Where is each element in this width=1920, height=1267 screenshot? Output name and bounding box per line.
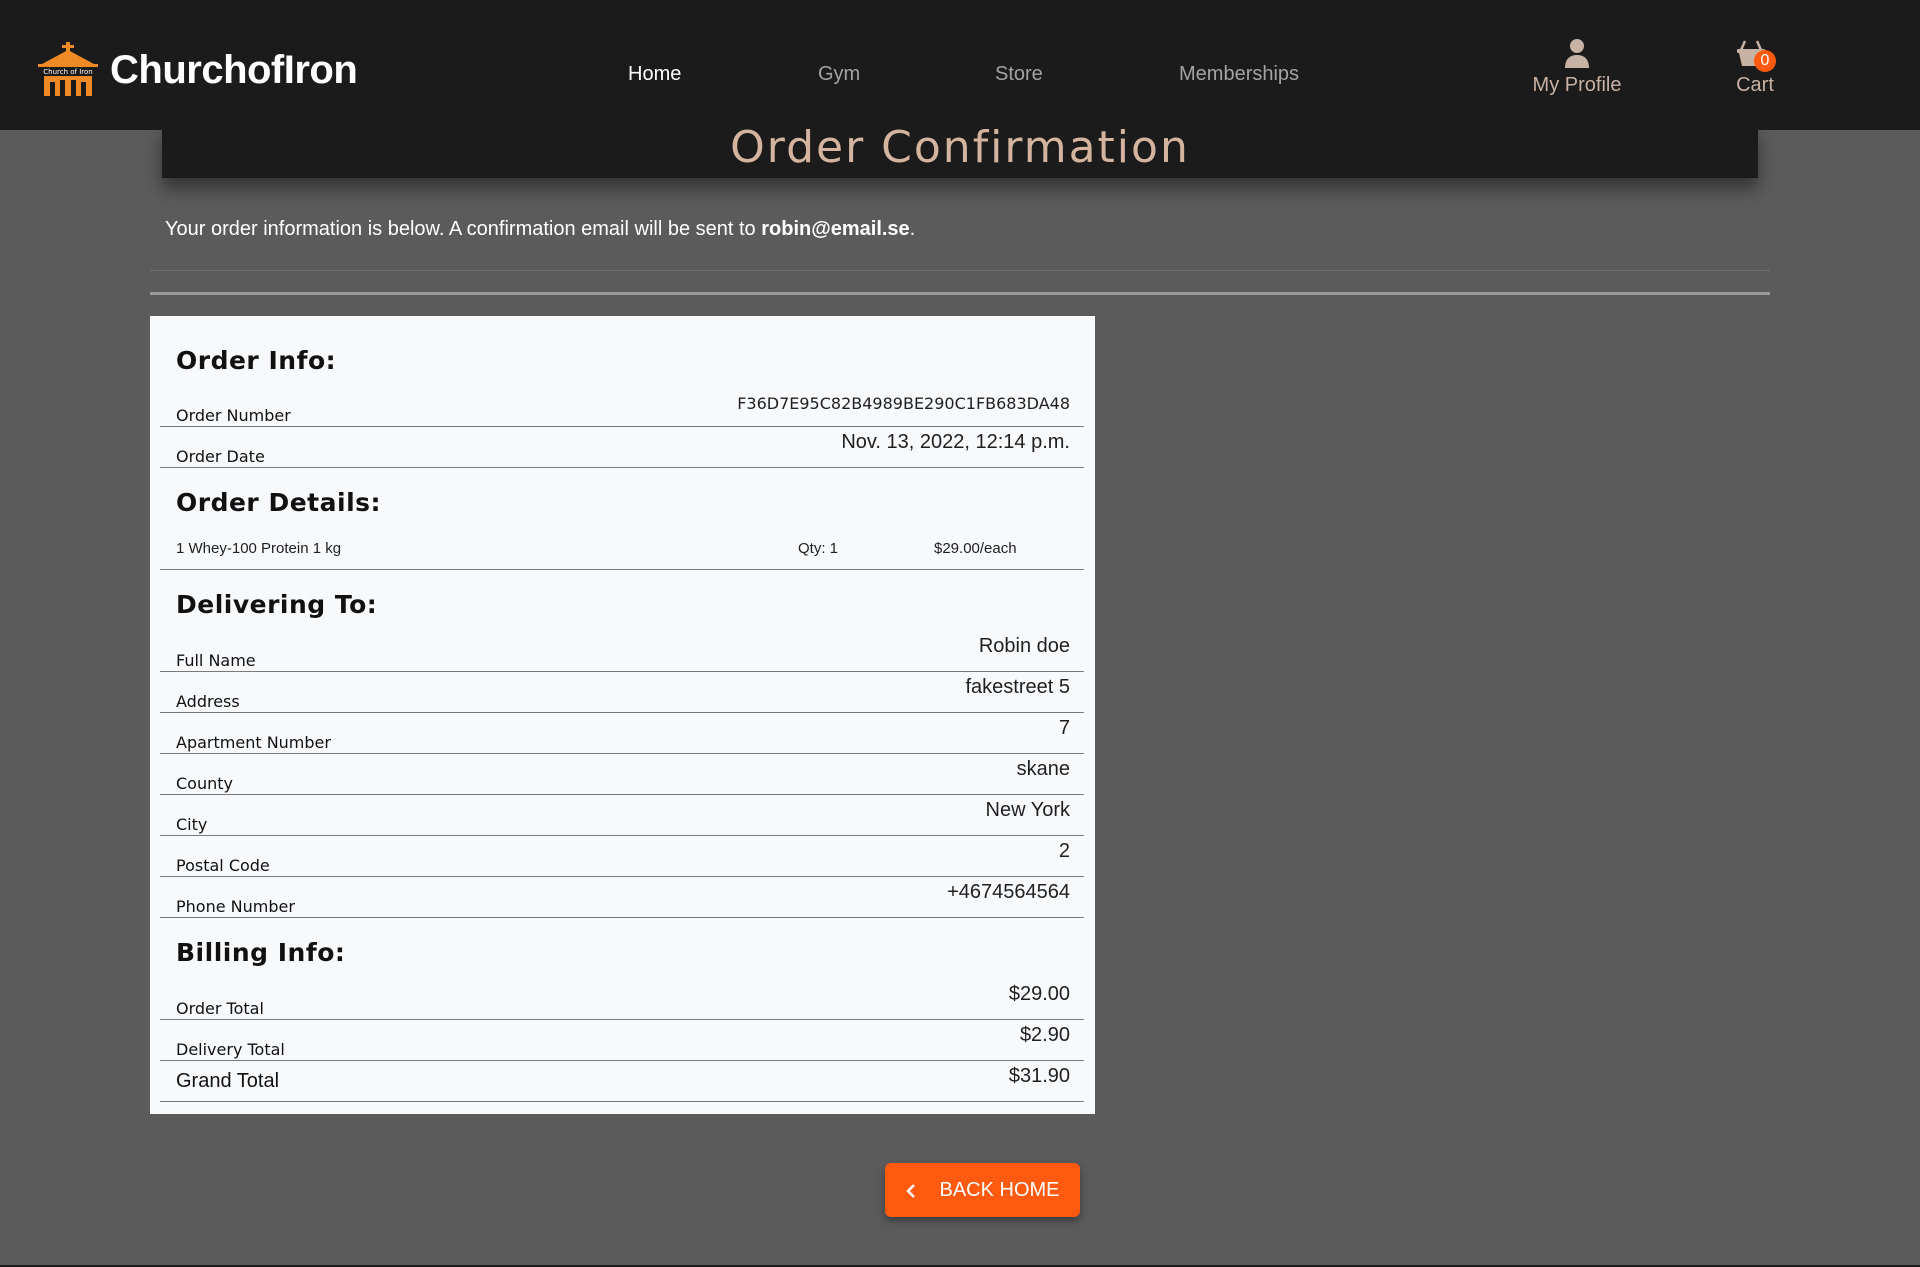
grand-total-label: Grand Total	[176, 1070, 280, 1092]
order-number-label: Order Number	[176, 406, 291, 425]
delivery-full-name-row: Full Name Robin doe	[160, 631, 1084, 672]
order-number-value: F36D7E95C82B4989BE290C1FB683DA48	[737, 394, 1070, 413]
order-item-row: 1 Whey-100 Protein 1 kg Qty: 1 $29.00/ea…	[160, 526, 1084, 570]
order-info-heading: Order Info:	[176, 346, 337, 375]
intro-suffix: .	[909, 218, 916, 240]
full-name-value: Robin doe	[978, 635, 1070, 657]
phone-number-label: Phone Number	[176, 897, 295, 916]
grand-total-row: Grand Total $31.90	[160, 1061, 1084, 1102]
order-number-row: Order Number F36D7E95C82B4989BE290C1FB68…	[160, 386, 1084, 427]
city-value: New York	[985, 799, 1071, 821]
intro-text: Your order information is below. A confi…	[165, 218, 915, 241]
nav-link-memberships[interactable]: Memberships	[1179, 60, 1299, 88]
user-icon	[1532, 38, 1622, 70]
postal-code-label: Postal Code	[176, 856, 270, 875]
order-date-row: Order Date Nov. 13, 2022, 12:14 p.m.	[160, 427, 1084, 468]
order-item-price: $29.00/each	[934, 540, 1017, 557]
divider	[150, 270, 1770, 271]
grand-total-value: $31.90	[1008, 1065, 1070, 1087]
back-home-label: BACK HOME	[939, 1178, 1060, 1201]
order-total-label: Order Total	[176, 999, 264, 1018]
church-logo-icon: Church of Iron	[36, 42, 100, 98]
my-profile-link[interactable]: My Profile	[1532, 38, 1622, 97]
delivery-city-row: City New York	[160, 795, 1084, 836]
delivery-apartment-row: Apartment Number 7	[160, 713, 1084, 754]
navbar: Church of Iron ChurchofIron Home Gym Sto…	[0, 0, 1920, 130]
address-value: fakestreet 5	[965, 676, 1070, 698]
nav-link-store[interactable]: Store	[995, 60, 1043, 88]
brand-logo-link[interactable]: Church of Iron ChurchofIron	[36, 42, 358, 98]
delivery-county-row: County skane	[160, 754, 1084, 795]
delivery-phone-row: Phone Number +4674564564	[160, 877, 1084, 918]
order-item-name: 1 Whey-100 Protein 1 kg	[176, 540, 342, 557]
order-item-qty: Qty: 1	[798, 540, 839, 557]
cart-count-badge: 0	[1754, 50, 1776, 72]
delivering-to-heading: Delivering To:	[176, 590, 378, 619]
delivery-total-label: Delivery Total	[176, 1040, 285, 1059]
cart-label: Cart	[1736, 74, 1774, 96]
delivery-address-row: Address fakestreet 5	[160, 672, 1084, 713]
delivery-postal-code-row: Postal Code 2	[160, 836, 1084, 877]
county-label: County	[176, 774, 233, 793]
nav-link-home[interactable]: Home	[628, 60, 681, 88]
order-summary-card: Order Info: Order Number F36D7E95C82B498…	[150, 316, 1095, 1114]
logo-mark-text: Church of Iron	[43, 68, 92, 76]
back-home-button[interactable]: BACK HOME	[885, 1163, 1080, 1217]
city-label: City	[176, 815, 208, 834]
order-total-value: $29.00	[1008, 983, 1070, 1005]
order-details-heading: Order Details:	[176, 488, 382, 517]
page-title: Order Confirmation	[730, 122, 1190, 173]
full-name-label: Full Name	[176, 651, 256, 670]
cart-link[interactable]: 0 Cart	[1730, 38, 1780, 97]
county-value: skane	[1016, 758, 1070, 780]
phone-number-value: +4674564564	[947, 881, 1070, 903]
order-date-value: Nov. 13, 2022, 12:14 p.m.	[841, 431, 1070, 453]
intro-email: robin@email.se	[761, 218, 910, 240]
divider	[150, 292, 1770, 295]
delivery-total-row: Delivery Total $2.90	[160, 1020, 1084, 1061]
chevron-left-icon	[905, 1182, 917, 1198]
apartment-number-label: Apartment Number	[176, 733, 331, 752]
delivery-total-value: $2.90	[1019, 1024, 1070, 1046]
brand-name: ChurchofIron	[110, 47, 358, 92]
intro-prefix: Your order information is below. A confi…	[165, 218, 762, 240]
order-total-row: Order Total $29.00	[160, 979, 1084, 1020]
address-label: Address	[176, 692, 240, 711]
my-profile-label: My Profile	[1532, 74, 1622, 96]
nav-link-gym[interactable]: Gym	[818, 60, 860, 88]
shopping-basket-icon: 0	[1730, 38, 1780, 72]
apartment-number-value: 7	[1058, 717, 1070, 739]
billing-info-heading: Billing Info:	[176, 938, 346, 967]
order-date-label: Order Date	[176, 447, 265, 466]
postal-code-value: 2	[1058, 840, 1070, 862]
